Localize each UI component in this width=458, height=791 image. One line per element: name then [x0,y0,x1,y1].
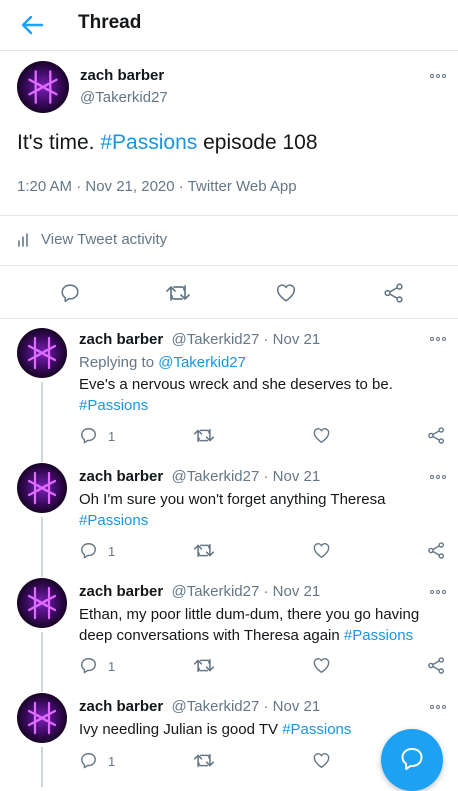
tweet-text-tail: episode 108 [197,131,318,154]
avatar[interactable] [17,61,69,113]
reply-text: Ivy needling Julian is good TV #Passions [79,719,439,740]
replying-prefix: Replying to [79,354,159,371]
author-handle[interactable]: @Takerkid27 [80,89,168,106]
author-name[interactable]: zach barber [79,698,163,715]
divider [0,265,458,266]
reply-text-body: Oh I'm sure you won't forget anything Th… [79,491,386,508]
retweet-icon[interactable] [193,751,215,770]
share-icon[interactable] [383,282,405,304]
comment-icon[interactable] [79,541,98,560]
hashtag-link[interactable]: #Passions [79,512,148,529]
tweet-timestamp: 1:20 AM · Nov 21, 2020 · Twitter Web App [17,178,297,195]
thread-connector [41,632,43,692]
retweet-icon[interactable] [193,426,215,445]
reply-header: zach barber @Takerkid27 · Nov 21 [79,698,320,715]
replying-handle-link[interactable]: @Takerkid27 [158,354,246,371]
retweet-icon[interactable] [165,282,191,304]
divider [0,318,458,319]
author-handle[interactable]: @Takerkid27 · Nov 21 [172,468,321,485]
thread-connector [41,517,43,577]
tweet-text-body: It's time. [17,131,101,154]
author-name[interactable]: zach barber [80,67,164,84]
top-bar: Thread [0,0,458,51]
tweet-text: It's time. #Passions episode 108 [17,131,318,155]
heart-icon[interactable] [312,541,331,560]
activity-label: View Tweet activity [41,231,168,248]
reply-header: zach barber @Takerkid27 · Nov 21 [79,583,320,600]
bar-chart-icon [17,232,33,247]
author-handle[interactable]: @Takerkid27 · Nov 21 [172,583,321,600]
author-name[interactable]: zach barber [79,331,163,348]
reply-text: Eve's a nervous wreck and she deserves t… [79,374,439,416]
more-dots-icon[interactable] [430,334,448,344]
share-icon[interactable] [427,656,446,675]
share-icon[interactable] [427,426,446,445]
page-title: Thread [78,12,142,33]
hashtag-link[interactable]: #Passions [100,131,197,154]
hashtag-link[interactable]: #Passions [282,721,351,738]
reply-count: 1 [108,544,116,559]
comment-icon[interactable] [79,426,98,445]
heart-icon[interactable] [312,751,331,770]
avatar[interactable] [17,578,67,628]
reply-header: zach barber @Takerkid27 · Nov 21 [79,331,320,348]
author-handle[interactable]: @Takerkid27 · Nov 21 [172,698,321,715]
view-activity-link[interactable]: View Tweet activity [17,231,167,248]
share-icon[interactable] [427,541,446,560]
replying-to: Replying to @Takerkid27 [79,354,246,371]
hashtag-link[interactable]: #Passions [344,627,413,644]
reply-text: Ethan, my poor little dum-dum, there you… [79,604,449,646]
heart-icon[interactable] [312,656,331,675]
more-dots-icon[interactable] [430,587,448,597]
hashtag-link[interactable]: #Passions [79,397,148,414]
thread-connector [41,382,43,462]
comment-icon[interactable] [59,282,81,304]
heart-icon[interactable] [312,426,331,445]
reply-count: 1 [108,754,116,769]
reply-text-body: Ivy needling Julian is good TV [79,721,283,738]
reply-text-body: Eve's a nervous wreck and she deserves t… [79,376,393,393]
thread-connector [41,747,43,787]
author-name[interactable]: zach barber [79,468,163,485]
author-handle[interactable]: @Takerkid27 · Nov 21 [172,331,321,348]
reply-text: Oh I'm sure you won't forget anything Th… [79,489,439,531]
author-name[interactable]: zach barber [79,583,163,600]
reply-header: zach barber @Takerkid27 · Nov 21 [79,468,320,485]
avatar[interactable] [17,463,67,513]
compose-fab-button[interactable] [381,729,443,791]
comment-icon[interactable] [79,751,98,770]
chat-bubble-icon [401,748,423,770]
avatar[interactable] [17,328,67,378]
avatar[interactable] [17,693,67,743]
retweet-icon[interactable] [193,656,215,675]
comment-icon[interactable] [79,656,98,675]
reply-count: 1 [108,429,116,444]
heart-icon[interactable] [275,282,297,304]
more-dots-icon[interactable] [430,472,448,482]
retweet-icon[interactable] [193,541,215,560]
back-arrow-icon[interactable] [18,11,46,39]
divider [0,215,458,216]
more-dots-icon[interactable] [430,71,448,81]
more-dots-icon[interactable] [430,702,448,712]
reply-count: 1 [108,659,116,674]
